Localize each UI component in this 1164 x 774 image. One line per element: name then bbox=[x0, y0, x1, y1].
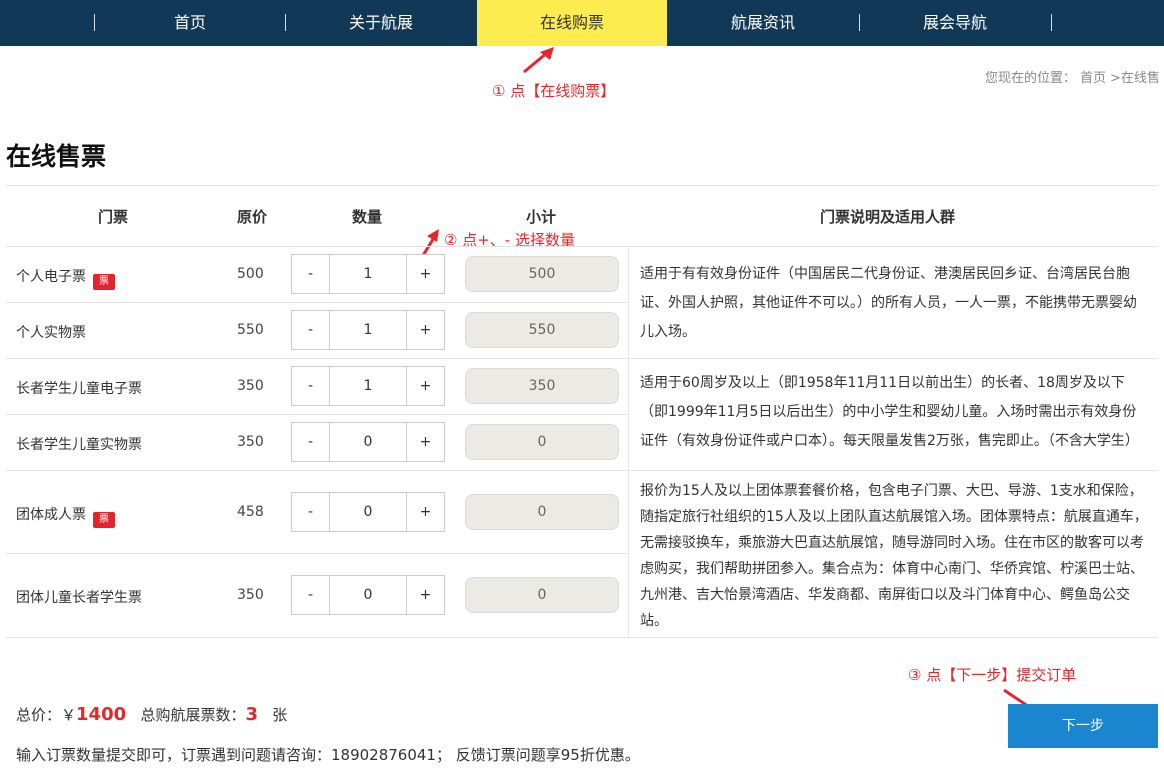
quantity-input[interactable] bbox=[330, 255, 406, 293]
ticket-name-text: 长者学生儿童实物票 bbox=[16, 437, 142, 453]
annotation-arrow-1-icon bbox=[523, 47, 554, 74]
breadcrumb-current: >在线售 bbox=[1110, 71, 1160, 86]
ticket-price: 350 bbox=[237, 434, 264, 450]
quantity-input[interactable] bbox=[330, 367, 406, 405]
ticket-name: 长者学生儿童实物票 bbox=[16, 434, 142, 454]
ticket-description: 适用于有有效身份证件（中国居民二代身份证、港澳居民回乡证、台湾居民台胞证、外国人… bbox=[640, 266, 1137, 340]
table-divider bbox=[6, 470, 1158, 471]
header-ticket: 门票 bbox=[98, 208, 129, 226]
increase-button[interactable]: + bbox=[406, 255, 444, 293]
total-label: 总价：￥ bbox=[16, 706, 77, 724]
annotation-step-3: ③ 点【下一步】提交订单 bbox=[908, 666, 1077, 684]
subtotal-field: 550 bbox=[465, 312, 619, 348]
quantity-input[interactable] bbox=[330, 493, 406, 531]
subtotal-field: 350 bbox=[465, 368, 619, 404]
header-subtotal: 小计 bbox=[526, 208, 557, 226]
ticket-price: 550 bbox=[237, 322, 264, 338]
subtotal-field: 500 bbox=[465, 256, 619, 292]
increase-button[interactable]: + bbox=[406, 311, 444, 349]
nav-item-exhibition-guide[interactable]: 展会导航 bbox=[860, 0, 1050, 46]
increase-button[interactable]: + bbox=[406, 367, 444, 405]
table-divider bbox=[6, 246, 1158, 247]
decrease-button[interactable]: - bbox=[292, 576, 330, 614]
order-summary: 总价：￥1400 总购航展票数：3 张 bbox=[16, 704, 287, 725]
annotation-step-1: ① 点【在线购票】 bbox=[492, 82, 616, 100]
breadcrumb-home-link[interactable]: 首页 bbox=[1080, 71, 1106, 86]
table-divider bbox=[6, 553, 628, 554]
quantity-stepper: - + bbox=[291, 310, 445, 350]
title-divider bbox=[6, 185, 1158, 186]
quantity-input[interactable] bbox=[330, 423, 406, 461]
quantity-stepper: - + bbox=[291, 422, 445, 462]
decrease-button[interactable]: - bbox=[292, 255, 330, 293]
ticket-price: 350 bbox=[237, 587, 264, 603]
quantity-stepper: - + bbox=[291, 575, 445, 615]
nav-item-about[interactable]: 关于航展 bbox=[286, 0, 476, 46]
breadcrumb-prefix: 您现在的位置： bbox=[985, 71, 1077, 86]
increase-button[interactable]: + bbox=[406, 576, 444, 614]
increase-button[interactable]: + bbox=[406, 423, 444, 461]
table-divider bbox=[6, 414, 628, 415]
table-divider bbox=[6, 302, 628, 303]
nav-separator bbox=[1051, 14, 1052, 31]
ticket-name: 个人电子票票 bbox=[16, 266, 115, 290]
decrease-button[interactable]: - bbox=[292, 423, 330, 461]
quantity-stepper: - + bbox=[291, 492, 445, 532]
ticket-name: 团体儿童长者学生票 bbox=[16, 587, 142, 607]
subtotal-field: 0 bbox=[465, 494, 619, 530]
next-step-button[interactable]: 下一步 bbox=[1008, 704, 1158, 748]
quantity-stepper: - + bbox=[291, 254, 445, 294]
decrease-button[interactable]: - bbox=[292, 367, 330, 405]
header-price: 原价 bbox=[237, 208, 268, 226]
increase-button[interactable]: + bbox=[406, 493, 444, 531]
order-notice: 输入订票数量提交即可，订票遇到问题请咨询：18902876041； 反馈订票问题… bbox=[16, 746, 640, 764]
ticket-name: 个人实物票 bbox=[16, 322, 86, 342]
nav-item-home[interactable]: 首页 bbox=[95, 0, 285, 46]
quantity-stepper: - + bbox=[291, 366, 445, 406]
ticket-count-unit: 张 bbox=[272, 706, 288, 724]
ticket-description: 适用于60周岁及以上（即1958年11月11日以前出生）的长者、18周岁及以下（… bbox=[640, 375, 1139, 449]
top-nav: 首页 关于航展 在线购票 航展资讯 展会导航 bbox=[0, 0, 1164, 46]
subtotal-field: 0 bbox=[465, 577, 619, 613]
table-divider bbox=[6, 637, 1158, 638]
ticket-price: 500 bbox=[237, 266, 264, 282]
decrease-button[interactable]: - bbox=[292, 493, 330, 531]
ticket-count-label: 总购航展票数： bbox=[140, 706, 246, 724]
ticket-name-text: 个人电子票 bbox=[16, 269, 86, 285]
ticket-name-text: 团体成人票 bbox=[16, 507, 86, 523]
header-description: 门票说明及适用人群 bbox=[820, 208, 956, 226]
table-vertical-divider bbox=[628, 246, 629, 637]
decrease-button[interactable]: - bbox=[292, 311, 330, 349]
ticket-price: 458 bbox=[237, 504, 264, 520]
ticket-name-text: 个人实物票 bbox=[16, 325, 86, 341]
quantity-input[interactable] bbox=[330, 576, 406, 614]
ticket-badge-icon: 票 bbox=[93, 274, 115, 290]
ticket-name-text: 长者学生儿童电子票 bbox=[16, 381, 142, 397]
ticket-name: 长者学生儿童电子票 bbox=[16, 378, 142, 398]
nav-item-news[interactable]: 航展资讯 bbox=[668, 0, 858, 46]
ticket-name-text: 团体儿童长者学生票 bbox=[16, 590, 142, 606]
ticket-count-value: 3 bbox=[245, 704, 258, 725]
total-value: 1400 bbox=[76, 704, 127, 725]
nav-item-buy-tickets[interactable]: 在线购票 bbox=[477, 0, 667, 46]
ticket-description: 报价为15人及以上团体票套餐价格，包含电子门票、大巴、导游、1支水和保险，随指定… bbox=[640, 483, 1148, 629]
quantity-input[interactable] bbox=[330, 311, 406, 349]
header-qty: 数量 bbox=[352, 208, 383, 226]
breadcrumb: 您现在的位置： 首页 >在线售 bbox=[985, 67, 1164, 86]
page-title: 在线售票 bbox=[6, 142, 107, 171]
table-divider bbox=[6, 358, 1158, 359]
ticket-badge-icon: 票 bbox=[93, 512, 115, 528]
ticket-name: 团体成人票票 bbox=[16, 504, 115, 528]
ticket-price: 350 bbox=[237, 378, 264, 394]
subtotal-field: 0 bbox=[465, 424, 619, 460]
